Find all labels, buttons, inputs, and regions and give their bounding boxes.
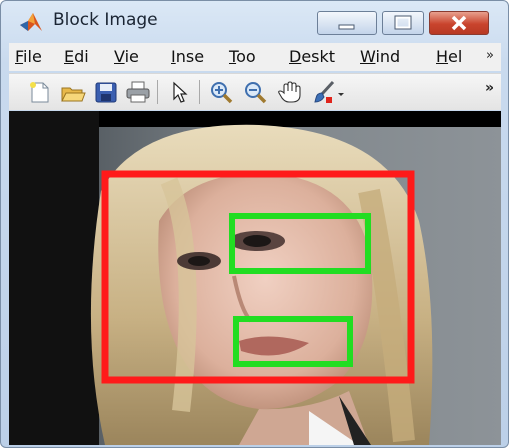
figure-toolbar: » (9, 73, 501, 110)
pan-hand-icon[interactable] (277, 80, 303, 104)
menu-insert[interactable]: Inse (171, 47, 204, 66)
pointer-icon[interactable] (167, 80, 193, 104)
menu-view[interactable]: Vie (114, 47, 139, 66)
menu-window[interactable]: Wind (360, 47, 400, 66)
menu-overflow-icon[interactable]: » (486, 48, 494, 63)
figure-window: Block Image File Edi Vie Inse Too Deskt … (0, 0, 509, 448)
data-brush-icon[interactable] (311, 80, 337, 104)
window-title: Block Image (53, 10, 158, 30)
menu-tools[interactable]: Too (229, 47, 256, 66)
menu-help[interactable]: Hel (436, 47, 462, 66)
menu-file[interactable]: File (15, 47, 42, 66)
menu-bar: File Edi Vie Inse Too Deskt Wind Hel » (9, 43, 501, 71)
zoom-out-icon[interactable] (243, 80, 269, 104)
minimize-button[interactable] (317, 11, 377, 35)
toolbar-overflow-icon[interactable]: » (485, 80, 494, 96)
toolbar-separator (199, 80, 200, 104)
close-button[interactable] (429, 11, 489, 35)
save-icon[interactable] (93, 80, 119, 104)
matlab-logo-icon (19, 11, 43, 33)
title-bar[interactable]: Block Image (1, 1, 508, 41)
print-icon[interactable] (125, 80, 151, 104)
zoom-in-icon[interactable] (209, 80, 235, 104)
new-figure-icon[interactable] (27, 80, 53, 104)
open-file-icon[interactable] (60, 80, 86, 104)
figure-canvas[interactable] (9, 111, 501, 445)
dropdown-arrow-icon[interactable] (335, 80, 361, 104)
toolbar-separator (157, 80, 158, 104)
menu-desktop[interactable]: Deskt (289, 47, 335, 66)
menu-edit[interactable]: Edi (64, 47, 89, 66)
displayed-image (9, 111, 501, 445)
maximize-button[interactable] (382, 11, 424, 35)
